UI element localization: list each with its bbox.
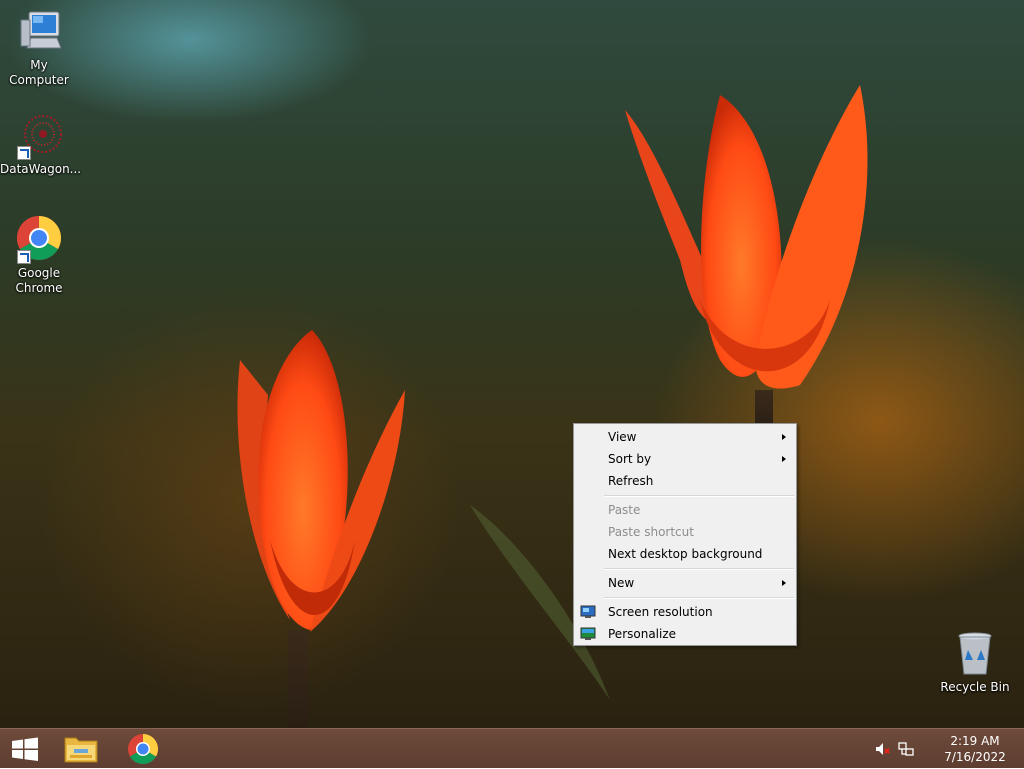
menu-item-label: Personalize bbox=[608, 627, 677, 641]
menu-item-label: Paste shortcut bbox=[608, 525, 694, 539]
shortcut-arrow-icon bbox=[17, 146, 31, 160]
menu-item-screen-resolution[interactable]: Screen resolution bbox=[576, 601, 794, 623]
datawagon-icon bbox=[15, 112, 63, 160]
desktop-icon-datawagon[interactable]: DataWagon... bbox=[0, 112, 82, 177]
submenu-arrow-icon bbox=[782, 580, 786, 586]
computer-icon bbox=[15, 8, 63, 56]
desktop[interactable]: My Computer DataWagon... Google Chrome R… bbox=[0, 0, 1024, 728]
menu-item-new[interactable]: New bbox=[576, 572, 794, 594]
desktop-icon-my-computer[interactable]: My Computer bbox=[0, 8, 78, 88]
menu-item-view[interactable]: View bbox=[576, 426, 794, 448]
menu-separator bbox=[604, 568, 794, 570]
menu-item-next-desktop-background[interactable]: Next desktop background bbox=[576, 543, 794, 565]
submenu-arrow-icon bbox=[782, 434, 786, 440]
file-explorer-icon bbox=[64, 737, 98, 763]
menu-item-personalize[interactable]: Personalize bbox=[576, 623, 794, 645]
menu-item-label: Next desktop background bbox=[608, 547, 763, 561]
desktop-icon-label: Google Chrome bbox=[15, 266, 63, 295]
chrome-icon bbox=[15, 216, 63, 264]
menu-item-refresh[interactable]: Refresh bbox=[576, 470, 794, 492]
taskbar-chrome-button[interactable] bbox=[120, 729, 166, 769]
desktop-icon-label: My Computer bbox=[9, 58, 69, 87]
screen-resolution-icon bbox=[580, 605, 596, 618]
menu-item-paste[interactable]: Paste bbox=[576, 499, 794, 521]
volume-muted-icon[interactable] bbox=[874, 741, 890, 757]
taskbar[interactable]: 2:19 AM 7/16/2022 bbox=[0, 728, 1024, 768]
menu-separator bbox=[604, 495, 794, 497]
menu-separator bbox=[604, 597, 794, 599]
clock-time: 2:19 AM bbox=[950, 734, 1000, 748]
wallpaper-tulips bbox=[237, 85, 868, 728]
desktop-icon-google-chrome[interactable]: Google Chrome bbox=[0, 216, 78, 296]
personalize-icon bbox=[580, 627, 596, 640]
desktop-icon-recycle-bin[interactable]: Recycle Bin bbox=[936, 630, 1014, 695]
recycle-bin-icon bbox=[951, 630, 999, 678]
menu-item-sort-by[interactable]: Sort by bbox=[576, 448, 794, 470]
desktop-icon-label: Recycle Bin bbox=[940, 680, 1010, 694]
network-icon[interactable] bbox=[898, 741, 914, 757]
taskbar-file-explorer-button[interactable] bbox=[58, 729, 104, 769]
start-icon bbox=[12, 737, 38, 761]
menu-item-label: Refresh bbox=[608, 474, 654, 488]
menu-item-label: Screen resolution bbox=[608, 605, 713, 619]
menu-item-label: View bbox=[608, 430, 637, 444]
desktop-icon-label: DataWagon... bbox=[0, 162, 82, 176]
submenu-arrow-icon bbox=[782, 456, 786, 462]
shortcut-arrow-icon bbox=[17, 250, 31, 264]
desktop-context-menu[interactable]: View Sort by Refresh Paste Paste shortcu… bbox=[573, 423, 797, 646]
menu-item-label: Sort by bbox=[608, 452, 652, 466]
menu-item-label: New bbox=[608, 576, 635, 590]
start-button[interactable] bbox=[0, 729, 50, 769]
clock-date: 7/16/2022 bbox=[944, 750, 1006, 764]
taskbar-clock[interactable]: 2:19 AM 7/16/2022 bbox=[940, 733, 1010, 765]
chrome-icon bbox=[128, 734, 159, 765]
menu-item-label: Paste bbox=[608, 503, 641, 517]
menu-item-paste-shortcut[interactable]: Paste shortcut bbox=[576, 521, 794, 543]
